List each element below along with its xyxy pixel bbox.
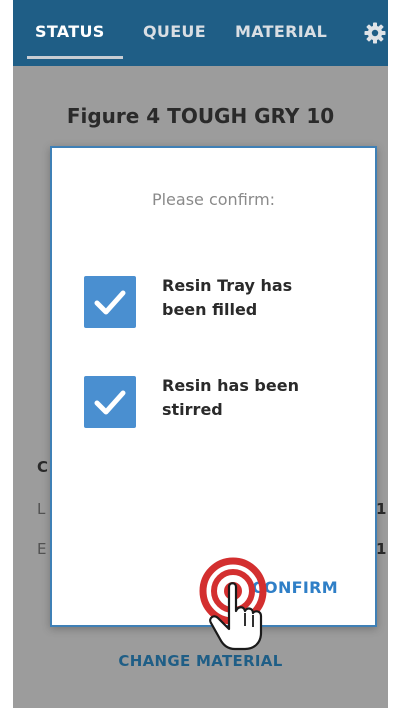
obscured-text-fragment: L bbox=[37, 500, 46, 518]
active-tab-indicator bbox=[27, 56, 123, 59]
tab-status[interactable]: STATUS bbox=[35, 22, 105, 41]
confirm-button[interactable]: CONFIRM bbox=[252, 578, 338, 597]
checklist-label: Resin Tray has been filled bbox=[162, 276, 293, 319]
obscured-text-fragment: E bbox=[37, 540, 47, 558]
checklist-label: Resin has been stirred bbox=[162, 376, 299, 419]
obscured-text-fragment: 1 bbox=[376, 540, 387, 558]
checkmark-icon bbox=[94, 290, 126, 315]
checkbox-resin-stirred[interactable] bbox=[84, 376, 136, 428]
tab-queue[interactable]: QUEUE bbox=[143, 22, 206, 41]
change-material-button[interactable]: CHANGE MATERIAL bbox=[13, 652, 388, 670]
material-title: Figure 4 TOUGH GRY 10 bbox=[66, 104, 335, 128]
tab-material[interactable]: MATERIAL bbox=[235, 22, 327, 41]
dialog-title: Please confirm: bbox=[151, 190, 276, 209]
checkmark-icon bbox=[94, 390, 126, 415]
top-nav-bar: STATUS QUEUE MATERIAL bbox=[13, 0, 388, 66]
checkbox-resin-tray-filled[interactable] bbox=[84, 276, 136, 328]
printer-screen: STATUS QUEUE MATERIAL Figure 4 TOUGH GRY… bbox=[13, 0, 388, 708]
confirm-dialog: Please confirm: Resin Tray has been fill… bbox=[50, 146, 377, 627]
obscured-text-fragment: C bbox=[37, 458, 49, 476]
gear-icon[interactable] bbox=[363, 21, 387, 45]
obscured-text-fragment: 1 bbox=[376, 500, 387, 518]
